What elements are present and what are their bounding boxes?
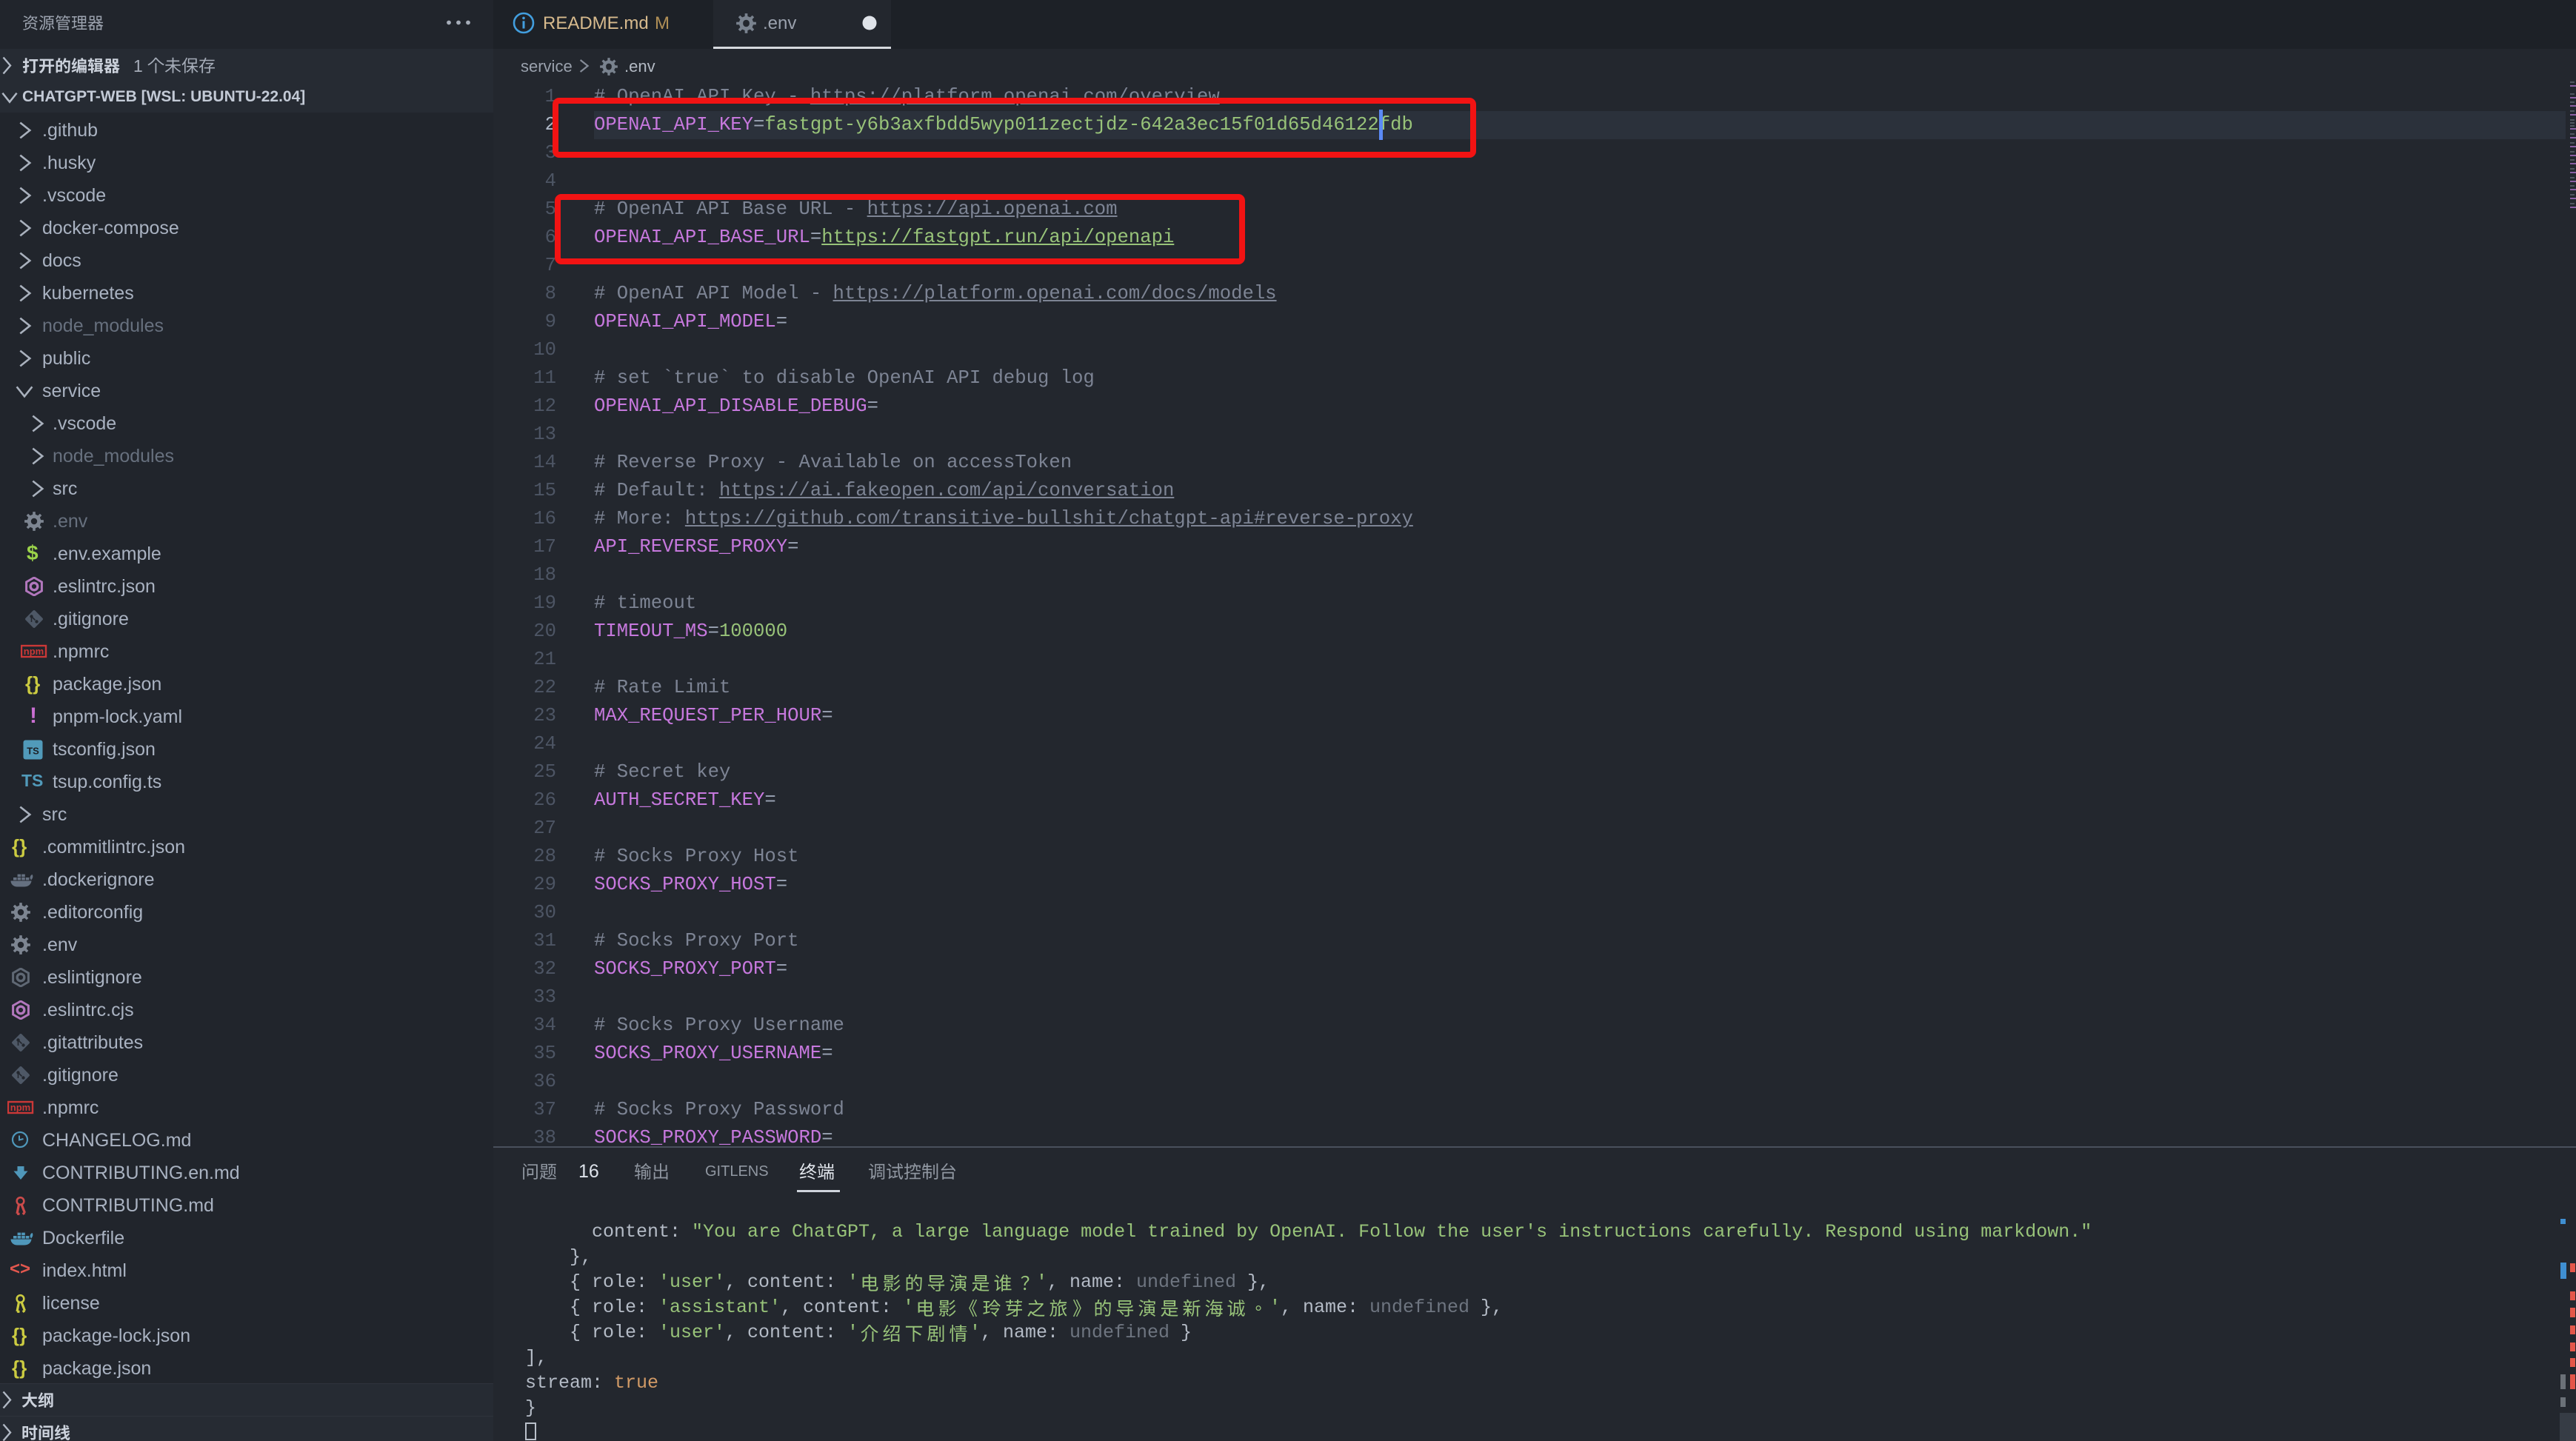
- svg-text:TS: TS: [27, 746, 39, 757]
- svg-text:npm: npm: [10, 1102, 30, 1113]
- svg-text:npm: npm: [24, 646, 44, 657]
